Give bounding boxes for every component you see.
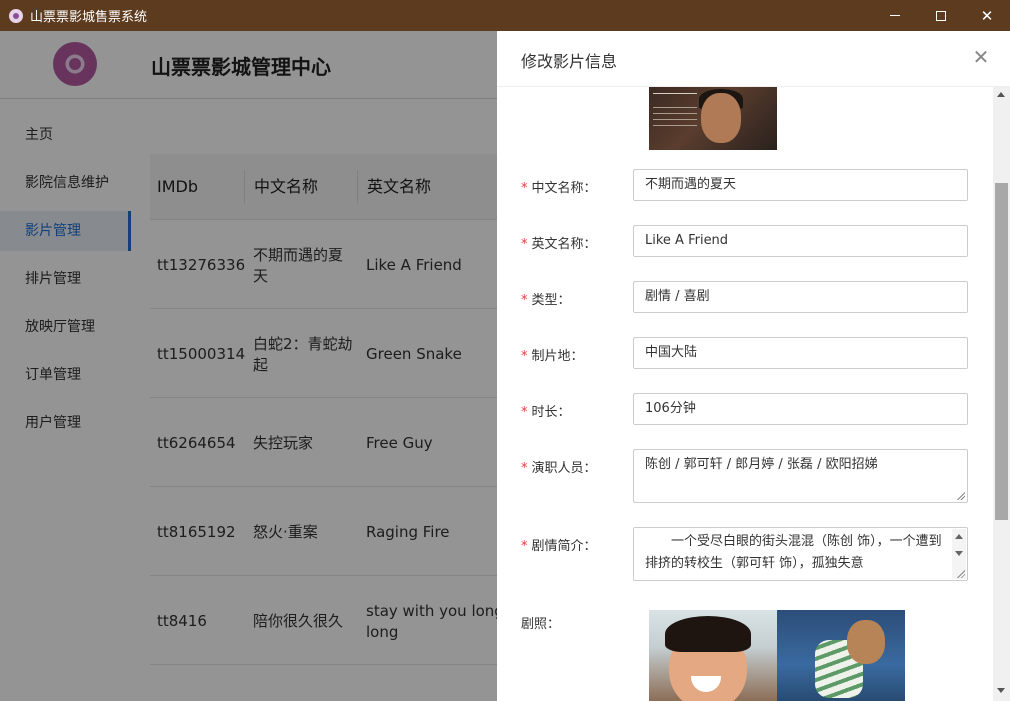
label-cast: * 演职人员：: [521, 461, 597, 476]
duration-input[interactable]: 106分钟: [633, 393, 968, 425]
close-window-button[interactable]: ✕: [964, 0, 1010, 31]
still-image[interactable]: [649, 610, 777, 701]
still-image[interactable]: [777, 610, 905, 701]
label-cn-name: * 中文名称：: [521, 181, 597, 196]
poster-image[interactable]: [649, 87, 777, 150]
cn-name-input[interactable]: 不期而遇的夏天: [633, 169, 968, 201]
label-en-name: * 英文名称：: [521, 237, 597, 252]
maximize-icon: [936, 10, 946, 21]
drawer-header: 修改影片信息 ✕: [497, 31, 1010, 87]
scroll-down-icon[interactable]: [997, 688, 1005, 693]
close-icon[interactable]: ✕: [971, 47, 991, 67]
close-window-icon: ✕: [980, 6, 994, 25]
type-input[interactable]: 剧情 / 喜剧: [633, 281, 968, 313]
required-mark: *: [521, 349, 528, 364]
required-mark: *: [521, 405, 528, 420]
label-region: * 制片地：: [521, 349, 584, 364]
synopsis-textarea[interactable]: 一个受尽白眼的街头混混（陈创 饰），一个遭到排挤的转校生（郭可轩 饰），孤独失意: [633, 527, 968, 581]
required-mark: *: [521, 181, 528, 196]
label-stills: 剧照：: [521, 617, 561, 632]
required-mark: *: [521, 237, 528, 252]
required-mark: *: [521, 539, 528, 554]
cast-text: 陈创 / 郭可轩 / 郎月婷 / 张磊 / 欧阳招娣: [645, 457, 878, 472]
scrollbar-thumb[interactable]: [995, 183, 1008, 520]
resize-grip-icon[interactable]: [956, 491, 965, 500]
minimize-button[interactable]: [872, 0, 918, 31]
scroll-up-icon[interactable]: [955, 534, 963, 539]
label-duration: * 时长：: [521, 405, 571, 420]
drawer-body: * 中文名称： 不期而遇的夏天 * 英文名称： Like A Friend * 类型：…: [497, 87, 993, 701]
en-name-input[interactable]: Like A Friend: [633, 225, 968, 257]
drawer-scrollbar[interactable]: [993, 87, 1010, 701]
modal-mask[interactable]: [0, 31, 497, 701]
window-titlebar: 山票票影城售票系统: [0, 0, 1010, 31]
scroll-up-icon[interactable]: [997, 92, 1005, 97]
label-type: * 类型：: [521, 293, 571, 308]
required-mark: *: [521, 461, 528, 476]
cast-textarea[interactable]: 陈创 / 郭可轩 / 郎月婷 / 张磊 / 欧阳招娣: [633, 449, 968, 503]
scroll-down-icon[interactable]: [955, 551, 963, 556]
resize-grip-icon[interactable]: [956, 569, 965, 578]
region-input[interactable]: 中国大陆: [633, 337, 968, 369]
maximize-button[interactable]: [918, 0, 964, 31]
edit-movie-drawer: 修改影片信息 ✕ * 中文名称： 不期而遇的夏天 * 英文名称： Like A Fr…: [497, 31, 1010, 701]
app-logo-icon: [9, 8, 23, 23]
synopsis-text: 一个受尽白眼的街头混混（陈创 饰），一个遭到排挤的转校生（郭可轩 饰），孤独失意: [645, 534, 942, 571]
window-title: 山票票影城售票系统: [30, 10, 148, 25]
minimize-icon: [890, 15, 900, 16]
label-synopsis: * 剧情简介：: [521, 539, 597, 554]
required-mark: *: [521, 293, 528, 308]
drawer-title: 修改影片信息: [521, 52, 618, 71]
